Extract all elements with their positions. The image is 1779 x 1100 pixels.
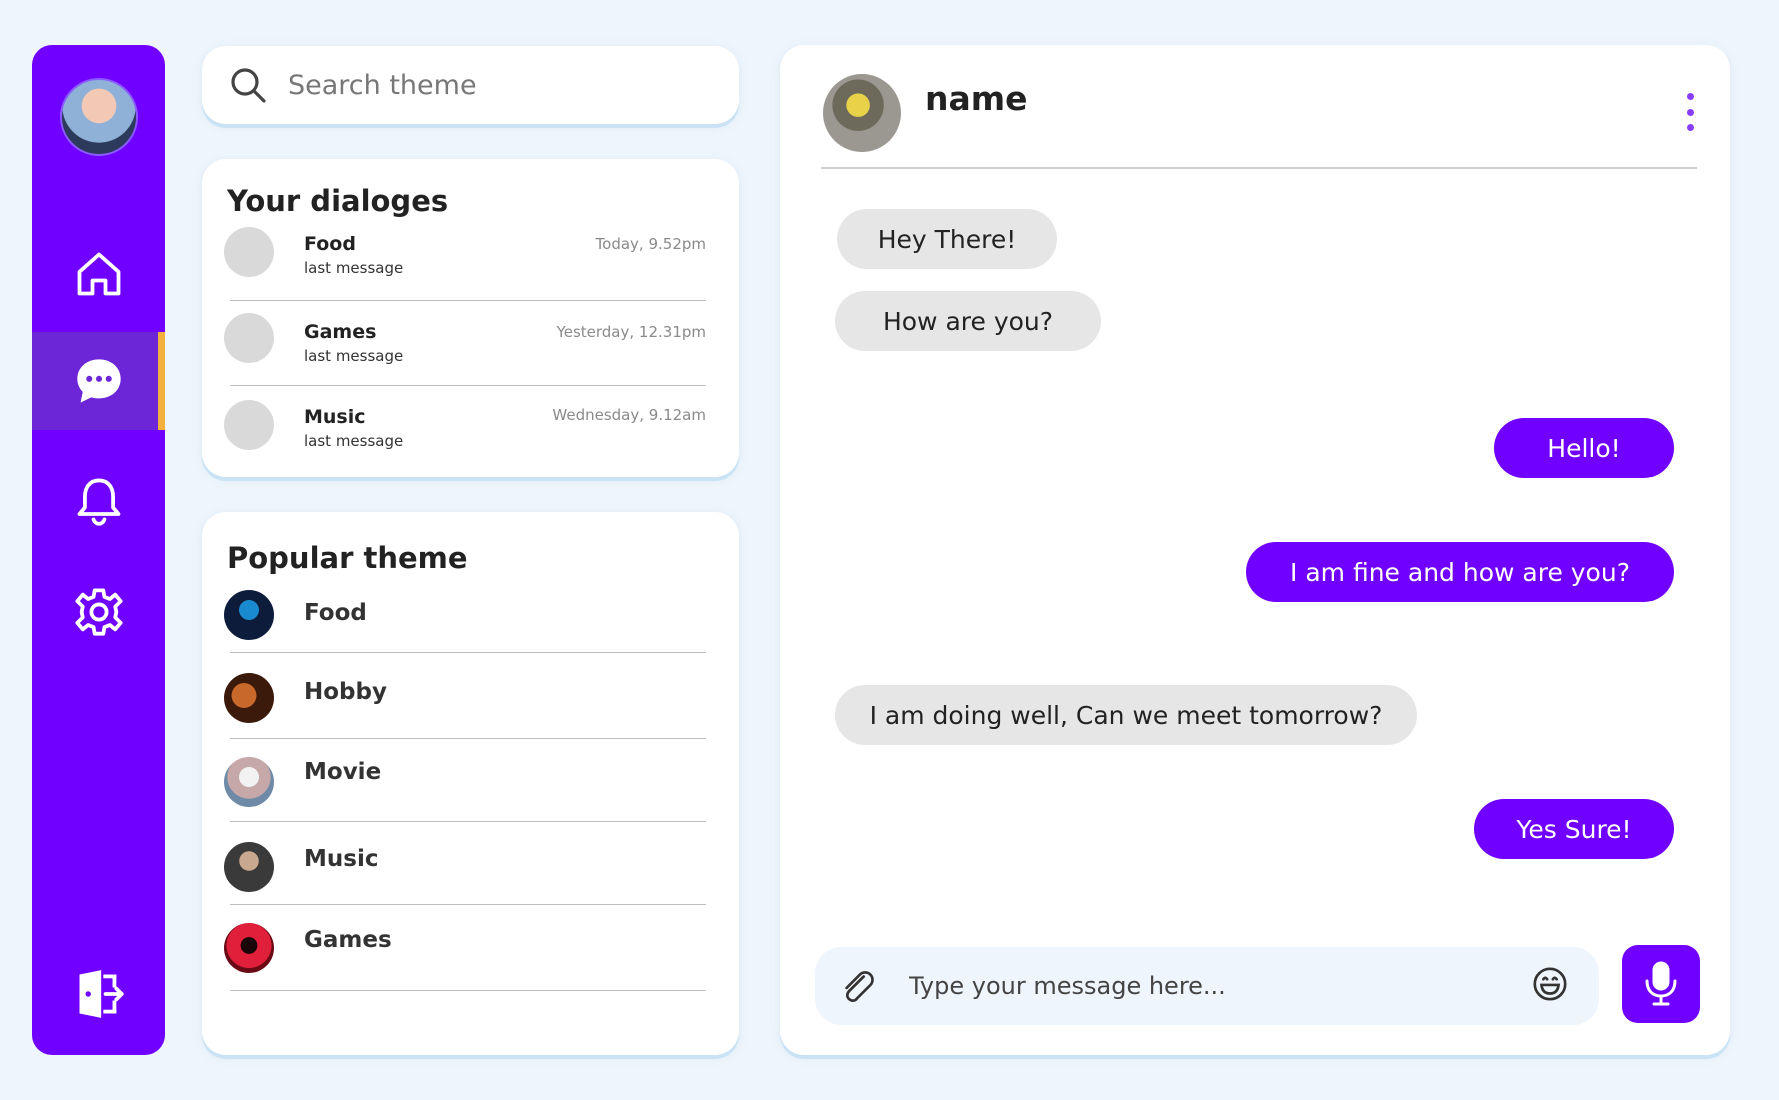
dialog-time: Yesterday, 12.31pm	[556, 323, 706, 341]
sidebar-nav	[32, 45, 165, 1055]
avatar	[224, 227, 274, 277]
search-bar[interactable]	[202, 46, 739, 124]
dialogs-title: Your dialoges	[227, 184, 449, 218]
message-outgoing: Hello!	[1494, 418, 1674, 478]
dialog-name: Music	[304, 406, 366, 428]
message-outgoing: Yes Sure!	[1474, 799, 1674, 859]
voice-record-button[interactable]	[1622, 945, 1700, 1023]
contact-avatar[interactable]	[823, 74, 901, 152]
popular-panel: Popular theme Food Hobby Movie Music Gam…	[202, 512, 739, 1055]
home-icon	[77, 252, 120, 296]
dialogs-panel: Your dialoges Food last message Today, 9…	[202, 159, 739, 477]
avatar	[224, 673, 274, 723]
microphone-icon	[1645, 961, 1677, 1006]
dialog-last-message: last message	[304, 259, 404, 277]
chat-panel: name Hey There! How are you? Hello! I am…	[780, 45, 1730, 1055]
logout-button[interactable]	[32, 945, 165, 1043]
message-outgoing: I am fine and how are you?	[1246, 542, 1674, 602]
sidebar-item-home[interactable]	[32, 225, 165, 323]
paperclip-icon[interactable]	[839, 967, 877, 1005]
avatar	[224, 923, 274, 973]
chat-icon	[76, 359, 121, 403]
sidebar-item-chat[interactable]	[32, 332, 165, 430]
logout-icon	[79, 970, 124, 1018]
popular-item-name: Games	[304, 927, 392, 953]
popular-item-food[interactable]: Food	[224, 578, 706, 653]
avatar	[224, 842, 274, 892]
dialog-name: Games	[304, 321, 377, 343]
popular-item-music[interactable]: Music	[224, 822, 706, 905]
dialog-last-message: last message	[304, 432, 404, 450]
popular-item-name: Music	[304, 846, 379, 872]
chat-header-divider	[821, 167, 1697, 169]
message-incoming: Hey There!	[837, 209, 1057, 269]
popular-item-games[interactable]: Games	[224, 905, 706, 991]
search-icon	[231, 68, 266, 103]
avatar	[224, 313, 274, 363]
popular-item-name: Movie	[304, 759, 382, 785]
contact-name: name	[925, 79, 1028, 118]
message-input[interactable]	[909, 965, 1509, 1007]
dialog-name: Food	[304, 233, 356, 255]
gear-icon	[74, 588, 123, 636]
sidebar-item-notifications[interactable]	[32, 452, 165, 550]
dialog-time: Today, 9.52pm	[595, 235, 706, 253]
dialog-time: Wednesday, 9.12am	[552, 406, 706, 424]
message-incoming: How are you?	[835, 291, 1101, 351]
popular-title: Popular theme	[227, 541, 468, 575]
bell-icon	[77, 478, 120, 526]
sidebar-item-settings[interactable]	[32, 563, 165, 661]
emoji-icon[interactable]	[1531, 965, 1569, 1003]
more-options-icon[interactable]	[1684, 93, 1696, 131]
dialog-last-message: last message	[304, 347, 404, 365]
avatar	[224, 400, 274, 450]
dialog-item-games[interactable]: Games last message Yesterday, 12.31pm	[224, 301, 706, 386]
popular-item-name: Food	[304, 600, 367, 626]
popular-item-name: Hobby	[304, 679, 387, 705]
avatar	[224, 757, 274, 807]
dialog-item-music[interactable]: Music last message Wednesday, 9.12am	[224, 386, 706, 466]
popular-item-hobby[interactable]: Hobby	[224, 653, 706, 739]
user-avatar[interactable]	[60, 78, 138, 156]
popular-item-movie[interactable]: Movie	[224, 739, 706, 822]
dialog-item-food[interactable]: Food last message Today, 9.52pm	[224, 221, 706, 301]
message-composer	[815, 947, 1599, 1025]
avatar	[224, 590, 274, 640]
message-incoming: I am doing well, Can we meet tomorrow?	[835, 685, 1417, 745]
search-input[interactable]	[288, 69, 708, 101]
